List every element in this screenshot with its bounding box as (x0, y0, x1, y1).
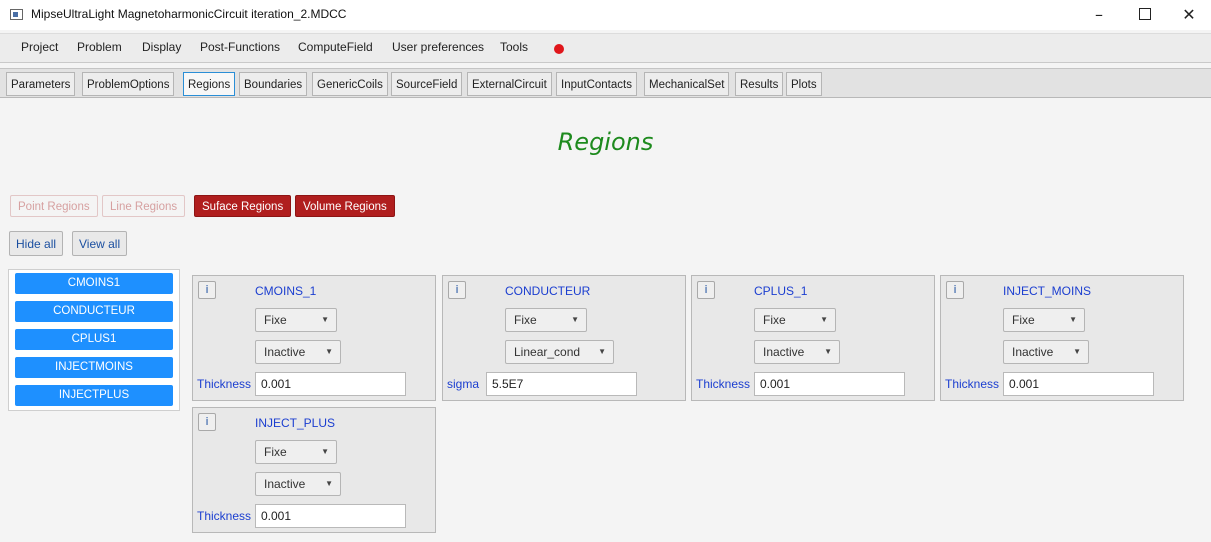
tab-inputcontacts[interactable]: InputContacts (556, 72, 637, 96)
thickness-input[interactable]: 0.001 (255, 372, 406, 396)
tab-sourcefield[interactable]: SourceField (391, 72, 463, 96)
region-name: INJECT_MOINS (1003, 284, 1092, 298)
region-mode-select[interactable]: Fixe ▼ (1003, 308, 1085, 332)
region-item-cmoins1[interactable]: CMOINS1 (15, 273, 173, 294)
close-icon: ✕ (1182, 5, 1196, 24)
page-title: Regions (557, 128, 654, 156)
sigma-label: sigma (447, 377, 480, 391)
thickness-input[interactable]: 0.001 (255, 504, 406, 528)
select-value: Fixe (1012, 313, 1035, 327)
thickness-label: Thickness (945, 377, 1000, 391)
volume-regions-button[interactable]: Volume Regions (295, 195, 395, 217)
menu-computefield[interactable]: ComputeField (298, 40, 373, 54)
region-mode-select[interactable]: Fixe ▼ (505, 308, 587, 332)
region-list: CMOINS1 CONDUCTEUR CPLUS1 INJECTMOINS IN… (8, 269, 180, 411)
menu-tools[interactable]: Tools (500, 40, 528, 54)
hide-all-button[interactable]: Hide all (9, 231, 64, 256)
region-item-conducteur[interactable]: CONDUCTEUR (15, 301, 173, 322)
minimize-icon: – (1095, 5, 1103, 24)
app-icon (10, 9, 23, 20)
info-button[interactable]: i (697, 281, 715, 299)
menu-user-preferences[interactable]: User preferences (392, 40, 484, 54)
region-card-cplus-1: i CPLUS_1 Fixe ▼ Inactive ▼ Thickness 0.00… (691, 275, 935, 401)
region-material-select[interactable]: Inactive ▼ (1003, 340, 1089, 364)
tab-mechanicalset[interactable]: MechanicalSet (644, 72, 730, 96)
region-name: CONDUCTEUR (505, 284, 591, 298)
region-mode-select[interactable]: Fixe ▼ (255, 308, 337, 332)
select-value: Fixe (264, 445, 287, 459)
select-value: Fixe (264, 313, 287, 327)
region-material-select[interactable]: Inactive ▼ (255, 340, 341, 364)
menu-project[interactable]: Project (21, 40, 58, 54)
region-item-injectmoins[interactable]: INJECTMOINS (15, 357, 173, 378)
maximize-button[interactable] (1122, 0, 1168, 30)
select-value: Fixe (763, 313, 786, 327)
region-mode-select[interactable]: Fixe ▼ (255, 440, 337, 464)
window-title: MipseUltraLight MagnetoharmonicCircuit i… (31, 7, 347, 21)
select-value: Fixe (514, 313, 537, 327)
view-all-button[interactable]: View all (72, 231, 128, 256)
chevron-down-icon: ▼ (1073, 347, 1081, 356)
select-value: Inactive (264, 477, 306, 491)
window-title-bar: MipseUltraLight MagnetoharmonicCircuit i… (0, 0, 1211, 30)
region-name: INJECT_PLUS (255, 416, 336, 430)
tab-plots[interactable]: Plots (786, 72, 822, 96)
thickness-label: Thickness (696, 377, 751, 391)
sigma-input[interactable]: 5.5E7 (486, 372, 637, 396)
region-material-select[interactable]: Inactive ▼ (754, 340, 840, 364)
surface-regions-button[interactable]: Suface Regions (194, 195, 292, 217)
menu-problem[interactable]: Problem (77, 40, 122, 54)
close-button[interactable]: ✕ (1166, 0, 1211, 30)
point-regions-button[interactable]: Point Regions (10, 195, 98, 217)
minimize-button[interactable]: – (1076, 0, 1122, 30)
chevron-down-icon: ▼ (824, 347, 832, 356)
info-button[interactable]: i (198, 413, 216, 431)
menu-post-functions[interactable]: Post-Functions (200, 40, 280, 54)
menu-display[interactable]: Display (142, 40, 181, 54)
tab-boundaries[interactable]: Boundaries (239, 72, 308, 96)
tab-genericcoils[interactable]: GenericCoils (312, 72, 388, 96)
chevron-down-icon: ▼ (571, 315, 579, 324)
chevron-down-icon: ▼ (325, 479, 333, 488)
chevron-down-icon: ▼ (325, 347, 333, 356)
chevron-down-icon: ▼ (321, 447, 329, 456)
region-card-cmoins-1: i CMOINS_1 Fixe ▼ Inactive ▼ Thickness 0.0… (192, 275, 436, 401)
region-material-select[interactable]: Inactive ▼ (255, 472, 341, 496)
region-card-conducteur: i CONDUCTEUR Fixe ▼ Linear_cond ▼ sigma 5.… (442, 275, 686, 401)
menu-bar: Project Problem Display Post-Functions C… (0, 33, 1211, 63)
thickness-label: Thickness (197, 377, 252, 391)
region-name: CMOINS_1 (255, 284, 317, 298)
record-indicator-icon (554, 44, 564, 54)
info-button[interactable]: i (448, 281, 466, 299)
thickness-label: Thickness (197, 509, 252, 523)
tab-bar: Parameters ProblemOptions Regions Bounda… (0, 68, 1211, 98)
chevron-down-icon: ▼ (598, 347, 606, 356)
tab-problemoptions[interactable]: ProblemOptions (82, 72, 175, 96)
chevron-down-icon: ▼ (820, 315, 828, 324)
maximize-icon (1139, 8, 1151, 20)
chevron-down-icon: ▼ (321, 315, 329, 324)
tab-parameters[interactable]: Parameters (6, 72, 76, 96)
tab-regions[interactable]: Regions (183, 72, 236, 96)
tab-results[interactable]: Results (735, 72, 784, 96)
line-regions-button[interactable]: Line Regions (102, 195, 186, 217)
region-material-select[interactable]: Linear_cond ▼ (505, 340, 614, 364)
select-value: Linear_cond (514, 345, 581, 359)
region-item-injectplus[interactable]: INJECTPLUS (15, 385, 173, 406)
region-card-inject-moins: i INJECT_MOINS Fixe ▼ Inactive ▼ Thickness… (940, 275, 1184, 401)
thickness-input[interactable]: 0.001 (754, 372, 905, 396)
chevron-down-icon: ▼ (1069, 315, 1077, 324)
select-value: Inactive (763, 345, 805, 359)
select-value: Inactive (1012, 345, 1054, 359)
region-mode-select[interactable]: Fixe ▼ (754, 308, 836, 332)
info-button[interactable]: i (198, 281, 216, 299)
thickness-input[interactable]: 0.001 (1003, 372, 1154, 396)
region-item-cplus1[interactable]: CPLUS1 (15, 329, 173, 350)
region-name: CPLUS_1 (754, 284, 808, 298)
info-button[interactable]: i (946, 281, 964, 299)
select-value: Inactive (264, 345, 306, 359)
tab-externalcircuit[interactable]: ExternalCircuit (467, 72, 552, 96)
region-card-inject-plus: i INJECT_PLUS Fixe ▼ Inactive ▼ Thickness … (192, 407, 436, 533)
